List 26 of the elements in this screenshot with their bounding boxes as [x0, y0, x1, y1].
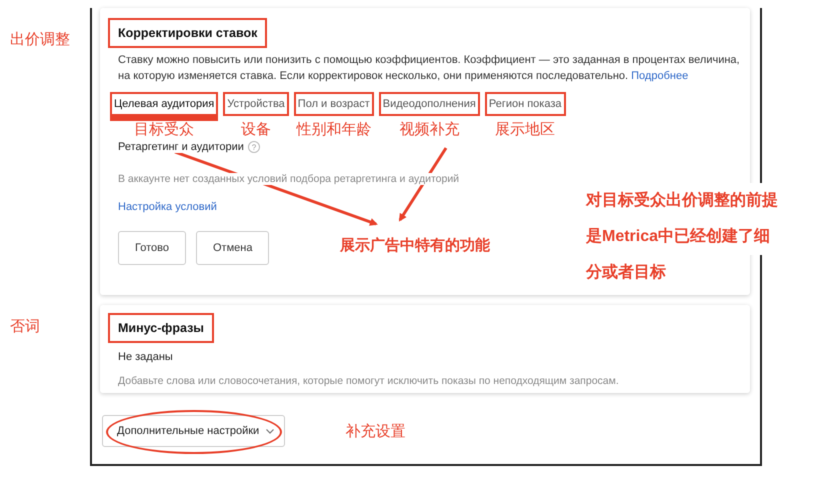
annotation-note: 对目标受众出价调整的前提 是Metrica中已经创建了细 分或者目标 [586, 183, 778, 291]
status-text: Не заданы [118, 351, 174, 363]
action-button[interactable]: Готово [118, 231, 186, 265]
tab[interactable]: Устройства [223, 92, 289, 116]
annotation-label: 补充设置 [345, 422, 406, 440]
tab[interactable]: Видеодополнения [378, 92, 480, 116]
description-text: Ставку можно повысить или понизить с помощью коэффициентов. Коэффициент — это заданная в процентах величина, на которую изменяется ставка. Если корректировок несколько, они применяются последовательно. Подробнее [118, 53, 741, 84]
annotation-label: 视频补充 [399, 120, 460, 139]
tab[interactable]: Регион показа [484, 92, 566, 116]
annotation-label: 性别和年龄 [296, 120, 372, 139]
action-button[interactable]: Отмена [196, 231, 270, 265]
empty-text: В аккаунте нет созданных условий подбора ретаргетинга и аудиторий [118, 173, 460, 185]
more-link[interactable]: Подробнее [631, 70, 688, 82]
annotation-label: 目标受众 [134, 120, 194, 139]
hint-text: Добавьте слова или словосочетания, которые помогут исключить показы по неподходящим запросам. [118, 375, 619, 387]
annotation-label: 出价调整 [10, 30, 71, 49]
annotation-label: 设备 [241, 120, 271, 139]
annotation-label: 否词 [10, 317, 41, 336]
field-label: Ретаргетинг и аудитории [118, 141, 244, 153]
section-title: Минус-фразы [108, 313, 214, 343]
annotation-label: 展示地区 [495, 120, 556, 139]
tab[interactable]: Пол и возраст [294, 92, 374, 116]
annotation-label: 展示广告中特有的功能 [340, 236, 490, 255]
settings-link[interactable]: Настройка условий [118, 201, 217, 213]
dropdown-button[interactable]: Дополнительные настройки [102, 415, 286, 447]
section-title: Корректировки ставок [108, 18, 268, 48]
